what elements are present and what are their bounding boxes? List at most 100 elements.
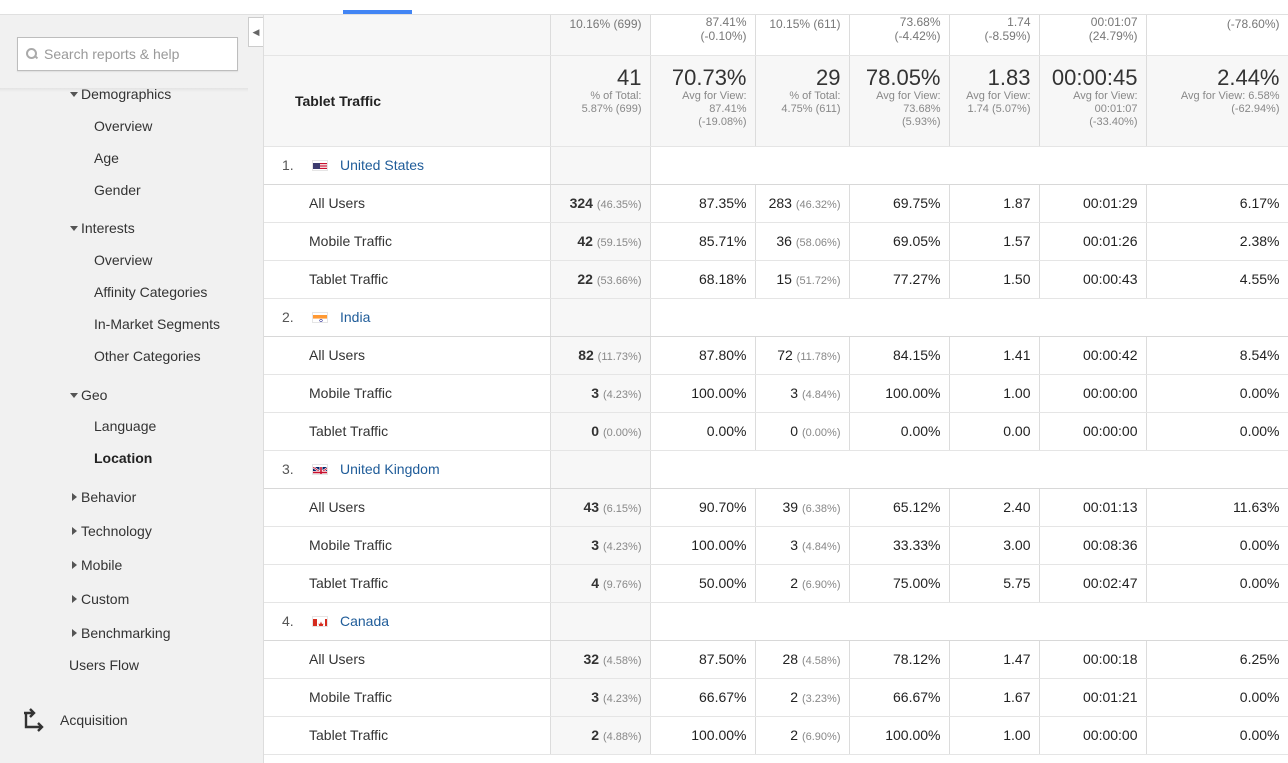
nav-behavior[interactable]: Behavior [72,489,136,505]
duration-cell: 00:01:13 [1039,488,1147,527]
new-sessions-cell: 100.00% [650,526,756,565]
country-link[interactable]: United Kingdom [340,461,440,477]
nav-label: Mobile [81,557,123,573]
cell-percent: (11.78%) [796,351,841,363]
summary-note: 1.74 (5.07%) [967,102,1031,115]
nav-demographics[interactable]: Demographics [70,86,171,102]
table-row: Mobile Traffic 3 (4.23%) 100.00% 3 (4.84%) 3… [264,526,1288,565]
cell-percent: (4.23%) [602,541,642,553]
cell-value: 3 [790,385,799,401]
nav-label: Benchmarking [81,625,171,641]
row-number: 2. [282,309,294,325]
segment-name: Tablet Traffic [264,412,551,451]
cell-text: (-4.42%) [894,29,941,43]
cell-text: (-0.10%) [700,29,747,43]
nav-in-market-segments[interactable]: In-Market Segments [94,316,220,332]
nav-geo[interactable]: Geo [70,387,107,403]
table-cell: 10.16% (699) [550,15,651,56]
row-number: 4. [282,613,294,629]
segment-name: Mobile Traffic [264,526,551,565]
bounce-rate-cell: 75.00% [849,564,950,603]
table-cell: 1. United States [264,146,551,185]
conversion-rate-cell: 0.00% [1146,526,1288,565]
search-input[interactable] [44,46,224,62]
country-link[interactable]: Canada [340,613,389,629]
country-link[interactable]: United States [340,157,424,173]
search-box[interactable] [17,37,238,71]
conversion-rate-cell: 0.00% [1146,374,1288,413]
new-sessions-cell: 100.00% [650,374,756,413]
table-cell: 87.41% (-0.10%) [650,15,756,56]
active-tab-indicator [343,10,412,14]
summary-value: 1.83 [987,64,1031,90]
nav-interests-overview[interactable]: Overview [94,252,152,268]
segment-name: Mobile Traffic [264,374,551,413]
country-row: 4. Canada [264,602,1288,641]
table-row: All Users 82 (11.73%) 87.80% 72 (11.78%) 84.… [264,336,1288,375]
sessions-cell: 0 (0.00%) [550,412,651,451]
summary-session-duration: 00:00:45 Avg for View: 00:01:07 (-33.40%… [1039,55,1147,147]
table-row: Mobile Traffic 42 (59.15%) 85.71% 36 (58.06… [264,222,1288,261]
collapse-sidebar-button[interactable]: ◀ [248,17,263,47]
pages-session-cell: 1.00 [949,716,1040,755]
cell-text: 87.41% [705,15,747,29]
nav-affinity-categories[interactable]: Affinity Categories [94,284,207,300]
table-cell: 2. India [264,298,551,337]
table-cell [650,450,1288,489]
table-cell [650,602,1288,641]
new-users-cell: 283 (46.32%) [755,184,850,223]
search-icon [26,48,38,60]
conversion-rate-cell: 0.00% [1146,412,1288,451]
duration-cell: 00:01:29 [1039,184,1147,223]
nav-other-categories[interactable]: Other Categories [94,348,201,364]
nav-mobile[interactable]: Mobile [72,557,122,573]
nav-label: Geo [81,387,108,403]
table-row: Tablet Traffic 2 (4.88%) 100.00% 2 (6.90%) 1… [264,716,1288,755]
country-link[interactable]: India [340,309,370,325]
pages-session-cell: 1.67 [949,678,1040,717]
summary-note: (-62.94%) [1231,102,1280,115]
table-row: All Users 324 (46.35%) 87.35% 283 (46.32%) 6… [264,184,1288,223]
cell-value: 28 [782,651,799,667]
sidebar: ◀ Demographics Overview Age Gender Inter… [0,15,264,763]
pages-session-cell: 3.00 [949,526,1040,565]
nav-acquisition[interactable]: Acquisition [20,707,128,733]
sessions-cell: 2 (4.88%) [550,716,651,755]
cell-value: 0 [790,423,799,439]
nav-demographics-overview[interactable]: Overview [94,118,152,134]
conversion-rate-cell: 11.63% [1146,488,1288,527]
caret-down-icon [70,225,78,231]
cell-value: 3 [591,537,600,553]
cell-percent: (46.35%) [596,199,642,211]
new-users-cell: 2 (6.90%) [755,564,850,603]
nav-demographics-gender[interactable]: Gender [94,182,141,198]
cell-value: 2 [790,689,799,705]
nav-technology[interactable]: Technology [72,523,152,539]
nav-interests[interactable]: Interests [70,220,135,236]
duration-cell: 00:00:00 [1039,374,1147,413]
caret-down-icon [70,392,78,398]
report-table: 10.16% (699) 87.41% (-0.10%) 10.15% (611)… [264,15,1288,755]
cell-percent: (6.38%) [801,503,841,515]
top-tab-strip [0,0,1288,15]
table-cell: 1.74 (-8.59%) [949,15,1040,56]
caret-down-icon [70,91,78,97]
country-row: 2. India [264,298,1288,337]
nav-custom[interactable]: Custom [72,591,129,607]
nav-geo-location[interactable]: Location [94,450,152,466]
nav-users-flow[interactable]: Users Flow [69,657,139,673]
cell-percent: (6.90%) [801,579,841,591]
cell-value: 283 [768,195,792,211]
new-sessions-cell: 87.50% [650,640,756,679]
cell-value: 32 [583,651,600,667]
pages-session-cell: 1.00 [949,374,1040,413]
cell-value: 43 [583,499,600,515]
summary-note: (5.93%) [901,115,941,128]
nav-geo-language[interactable]: Language [94,418,156,434]
india-flag-icon [312,311,328,323]
sessions-cell: 3 (4.23%) [550,678,651,717]
nav-benchmarking[interactable]: Benchmarking [72,625,171,641]
nav-demographics-age[interactable]: Age [94,150,119,166]
row-number: 1. [282,157,294,173]
summary-note: 00:01:07 [1094,102,1138,115]
